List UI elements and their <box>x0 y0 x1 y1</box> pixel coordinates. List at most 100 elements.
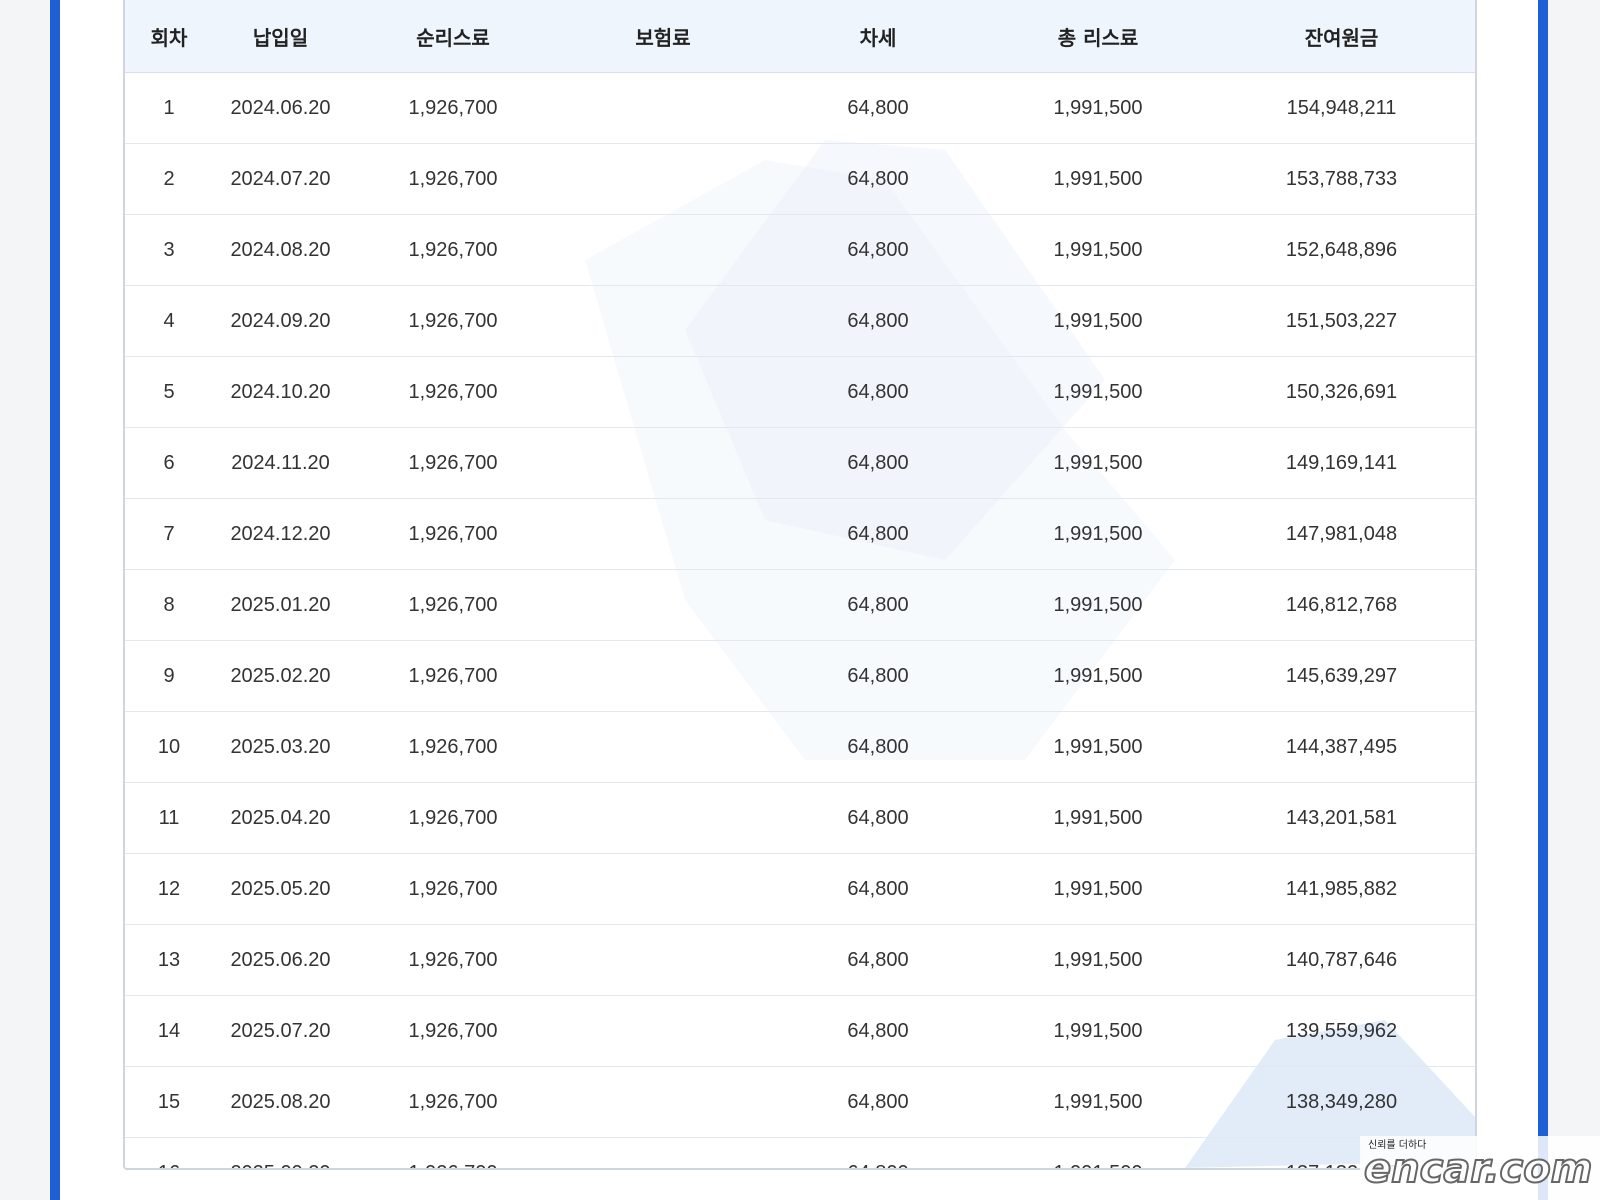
table-cell: 1,991,500 <box>988 356 1208 428</box>
table-row: 11 2025.04.20 1,926,700 64,800 1,991,500 143,… <box>125 782 1475 854</box>
table-cell: 1,926,700 <box>348 1066 558 1138</box>
table-cell: 1,926,700 <box>348 569 558 641</box>
frame-border-right <box>1538 0 1548 1200</box>
table-cell: 1,991,500 <box>988 640 1208 712</box>
table-cell: 152,648,896 <box>1208 214 1475 286</box>
table-cell: 64,800 <box>768 569 988 641</box>
table-cell: 9 <box>125 640 213 712</box>
table-cell: 147,981,048 <box>1208 498 1475 570</box>
table-row: 14 2025.07.20 1,926,700 64,800 1,991,500 139,… <box>125 995 1475 1067</box>
column-header: 납입일 <box>213 0 348 73</box>
table-cell: 11 <box>125 782 213 854</box>
table-row: 7 2024.12.20 1,926,700 64,800 1,991,500 147,9… <box>125 498 1475 570</box>
table-cell <box>558 995 768 1067</box>
table-cell: 64,800 <box>768 1138 988 1169</box>
table-cell: 64,800 <box>768 143 988 215</box>
table-cell: 64,800 <box>768 995 988 1067</box>
table-row: 12 2025.05.20 1,926,700 64,800 1,991,500 141,… <box>125 853 1475 925</box>
table-cell <box>558 143 768 215</box>
watermark-logo-text: encar.com <box>1363 1145 1593 1193</box>
table-cell: 64,800 <box>768 285 988 357</box>
table-cell: 2024.11.20 <box>213 427 348 499</box>
table-cell: 15 <box>125 1066 213 1138</box>
table-cell: 10 <box>125 711 213 783</box>
table-cell <box>558 285 768 357</box>
table-cell: 2025.08.20 <box>213 1066 348 1138</box>
table-cell <box>558 427 768 499</box>
table-cell: 5 <box>125 356 213 428</box>
table-cell <box>558 640 768 712</box>
table-row: 6 2024.11.20 1,926,700 64,800 1,991,500 149,1… <box>125 427 1475 499</box>
table-cell: 64,800 <box>768 853 988 925</box>
table-cell: 143,201,581 <box>1208 782 1475 854</box>
table-cell: 1,991,500 <box>988 569 1208 641</box>
table-cell: 1,991,500 <box>988 924 1208 996</box>
lease-schedule-table-container: 회차 납입일 순리스료 보험료 차세 총 리스료 잔여원금 1 2024.06.20 1,926… <box>123 0 1477 1170</box>
column-header: 차세 <box>768 0 988 73</box>
table-cell: 141,985,882 <box>1208 853 1475 925</box>
table-cell: 2024.10.20 <box>213 356 348 428</box>
table-cell <box>558 214 768 286</box>
column-header: 잔여원금 <box>1208 0 1475 73</box>
table-cell: 1,926,700 <box>348 427 558 499</box>
table-cell: 1,991,500 <box>988 498 1208 570</box>
table-cell: 1,991,500 <box>988 214 1208 286</box>
table-cell: 3 <box>125 214 213 286</box>
table-cell: 2025.02.20 <box>213 640 348 712</box>
table-cell: 1,991,500 <box>988 782 1208 854</box>
table-row: 4 2024.09.20 1,926,700 64,800 1,991,500 151,5… <box>125 285 1475 357</box>
table-body: 1 2024.06.20 1,926,700 64,800 1,991,500 154,9… <box>125 72 1475 1169</box>
table-cell: 1,991,500 <box>988 1066 1208 1138</box>
table-cell <box>558 782 768 854</box>
table-cell: 1,926,700 <box>348 995 558 1067</box>
table-cell: 64,800 <box>768 427 988 499</box>
table-cell: 1,991,500 <box>988 711 1208 783</box>
table-cell: 1,926,700 <box>348 214 558 286</box>
table-cell <box>558 924 768 996</box>
table-cell: 7 <box>125 498 213 570</box>
table-header-row: 회차 납입일 순리스료 보험료 차세 총 리스료 잔여원금 <box>125 0 1475 73</box>
table-row: 10 2025.03.20 1,926,700 64,800 1,991,500 144,… <box>125 711 1475 783</box>
table-cell: 1,991,500 <box>988 285 1208 357</box>
column-header: 총 리스료 <box>988 0 1208 73</box>
table-row: 9 2025.02.20 1,926,700 64,800 1,991,500 145,6… <box>125 640 1475 712</box>
table-row: 5 2024.10.20 1,926,700 64,800 1,991,500 150,3… <box>125 356 1475 428</box>
table-cell: 14 <box>125 995 213 1067</box>
table-row: 1 2024.06.20 1,926,700 64,800 1,991,500 154,9… <box>125 72 1475 144</box>
table-cell: 64,800 <box>768 72 988 144</box>
table-cell: 1,926,700 <box>348 711 558 783</box>
table-cell: 6 <box>125 427 213 499</box>
table-cell: 145,639,297 <box>1208 640 1475 712</box>
table-cell: 2025.04.20 <box>213 782 348 854</box>
table-cell: 154,948,211 <box>1208 72 1475 144</box>
table-cell: 2 <box>125 143 213 215</box>
table-cell: 1,991,500 <box>988 72 1208 144</box>
table-cell: 13 <box>125 924 213 996</box>
table-cell: 140,787,646 <box>1208 924 1475 996</box>
table-cell: 138,349,280 <box>1208 1066 1475 1138</box>
table-cell: 2024.09.20 <box>213 285 348 357</box>
table-cell: 2025.07.20 <box>213 995 348 1067</box>
table-cell <box>558 853 768 925</box>
table-cell: 1,991,500 <box>988 853 1208 925</box>
table-cell: 2025.01.20 <box>213 569 348 641</box>
frame-border-left <box>50 0 60 1200</box>
table-cell: 1,926,700 <box>348 143 558 215</box>
table-cell: 4 <box>125 285 213 357</box>
table-row: 8 2025.01.20 1,926,700 64,800 1,991,500 146,8… <box>125 569 1475 641</box>
table-cell <box>558 569 768 641</box>
table-cell: 8 <box>125 569 213 641</box>
page-frame: 회차 납입일 순리스료 보험료 차세 총 리스료 잔여원금 1 2024.06.20 1,926… <box>0 0 1600 1200</box>
table-cell <box>558 1138 768 1169</box>
table-cell: 151,503,227 <box>1208 285 1475 357</box>
table-cell: 1,926,700 <box>348 72 558 144</box>
table-cell <box>558 711 768 783</box>
table-cell <box>558 1066 768 1138</box>
table-row: 3 2024.08.20 1,926,700 64,800 1,991,500 152,6… <box>125 214 1475 286</box>
table-cell: 146,812,768 <box>1208 569 1475 641</box>
table-cell: 144,387,495 <box>1208 711 1475 783</box>
table-cell: 2024.06.20 <box>213 72 348 144</box>
table-cell <box>558 356 768 428</box>
table-cell: 64,800 <box>768 498 988 570</box>
table-cell: 1,926,700 <box>348 853 558 925</box>
